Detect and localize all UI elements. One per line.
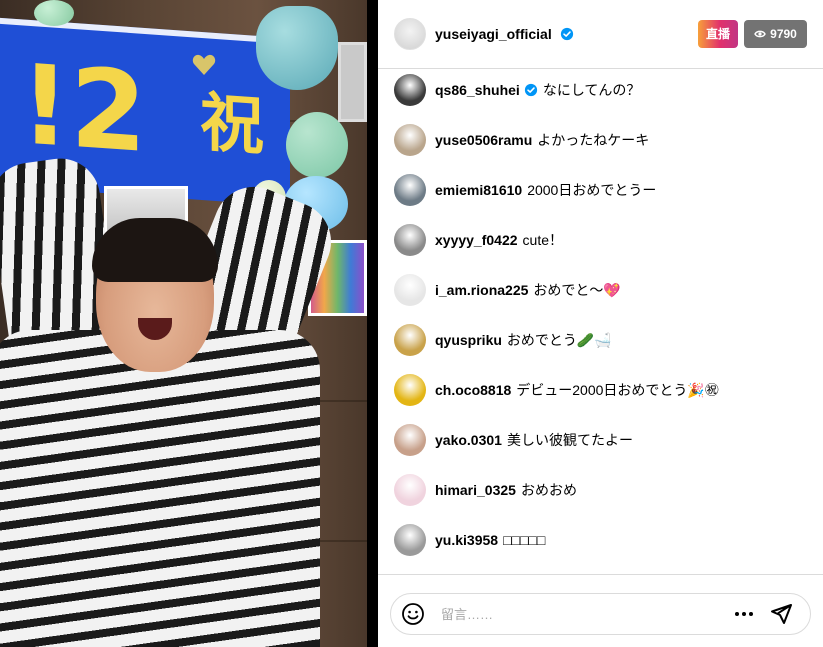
comment-body: デビュー2000日おめでとう🎉㊗: [516, 382, 719, 398]
viewer-count-badge: 9790: [744, 20, 807, 48]
comment-text: himari_0325 おめおめ: [435, 480, 577, 500]
host-username-text[interactable]: yuseiyagi_official: [435, 26, 552, 42]
comment-row: emiemi81610 2000日おめでとうー: [394, 174, 656, 206]
comment-body: □□□□□: [503, 532, 546, 548]
comment-text: i_am.riona225 おめでと〜💖: [435, 280, 621, 300]
comment-avatar[interactable]: [394, 424, 426, 456]
comment-row: qs86_shuhei なにしてんの？: [394, 74, 640, 106]
person-shirt: [0, 330, 320, 647]
comment-row: yu.ki3958 □□□□□: [394, 524, 545, 556]
comment-text: yu.ki3958 □□□□□: [435, 532, 545, 548]
comment-avatar[interactable]: [394, 124, 426, 156]
comment-body: なにしてんの？: [542, 82, 641, 98]
viewer-count: 9790: [770, 27, 797, 41]
verified-badge-icon: [524, 83, 537, 97]
comment-avatar[interactable]: [394, 224, 426, 256]
comment-row: ch.oco8818 デビュー2000日おめでとう🎉㊗: [394, 374, 719, 406]
comment-avatar[interactable]: [394, 524, 426, 556]
host-avatar[interactable]: [394, 18, 426, 50]
live-video[interactable]: !2 祝: [0, 0, 367, 647]
comment-username[interactable]: xyyyy_f0422: [435, 232, 518, 248]
eye-icon: [754, 30, 766, 38]
comment-avatar[interactable]: [394, 74, 426, 106]
comment-username[interactable]: yu.ki3958: [435, 532, 498, 548]
banner-kanji: 祝: [200, 85, 264, 165]
comment-username[interactable]: himari_0325: [435, 482, 516, 498]
comment-text: ch.oco8818 デビュー2000日おめでとう🎉㊗: [435, 380, 719, 400]
comment-row: xyyyy_f0422 cute！: [394, 224, 563, 256]
comment-composer: [378, 574, 823, 647]
comment-username[interactable]: ch.oco8818: [435, 382, 511, 398]
live-badge: 直播: [698, 20, 739, 48]
heart-decoration-icon: [192, 54, 216, 75]
comment-text: emiemi81610 2000日おめでとうー: [435, 180, 656, 200]
live-panel: yuseiyagi_official 直播 9790 qs86_shuhei なに…: [378, 0, 823, 647]
comment-row: i_am.riona225 おめでと〜💖: [394, 274, 621, 306]
comment-text: qyuspriku おめでとう🥒🛁: [435, 330, 612, 350]
comment-avatar[interactable]: [394, 174, 426, 206]
comment-avatar[interactable]: [394, 274, 426, 306]
comment-body: よかったねケーキ: [537, 132, 650, 148]
comment-avatar[interactable]: [394, 324, 426, 356]
comment-box: [390, 593, 811, 635]
comment-username[interactable]: yuse0506ramu: [435, 132, 532, 148]
comment-row: yako.0301 美しい彼観てたよー: [394, 424, 633, 456]
verified-badge-icon: [560, 27, 573, 41]
more-options-icon[interactable]: [732, 602, 756, 626]
comment-username[interactable]: yako.0301: [435, 432, 502, 448]
balloon: [256, 6, 338, 90]
comment-text: xyyyy_f0422 cute！: [435, 230, 563, 250]
banner-text: !2: [20, 40, 147, 178]
comment-body: 美しい彼観てたよー: [506, 432, 633, 448]
comment-avatar[interactable]: [394, 474, 426, 506]
comment-username[interactable]: qs86_shuhei: [435, 82, 520, 98]
comment-body: おめでと〜💖: [533, 282, 621, 298]
comment-username[interactable]: i_am.riona225: [435, 282, 528, 298]
comment-avatar[interactable]: [394, 374, 426, 406]
comment-text: qs86_shuhei なにしてんの？: [435, 80, 640, 100]
comment-text: yako.0301 美しい彼観てたよー: [435, 430, 633, 450]
live-header: yuseiyagi_official 直播 9790: [378, 0, 823, 69]
comment-row: qyuspriku おめでとう🥒🛁: [394, 324, 612, 356]
comment-username[interactable]: emiemi81610: [435, 182, 522, 198]
comment-body: おめおめ: [520, 482, 577, 498]
comment-body: 2000日おめでとうー: [527, 182, 657, 198]
comment-text: yuse0506ramu よかったねケーキ: [435, 130, 649, 150]
comment-input[interactable]: [441, 602, 681, 626]
host-username[interactable]: yuseiyagi_official: [435, 26, 574, 42]
comment-row: himari_0325 おめおめ: [394, 474, 577, 506]
send-icon[interactable]: [769, 602, 793, 626]
person-hair: [92, 218, 218, 282]
live-stream-viewer: !2 祝 yuseiyagi_official 直播 9790 qs86_shu…: [0, 0, 823, 647]
comment-body: おめでとう🥒🛁: [506, 332, 612, 348]
balloon: [34, 0, 74, 26]
poster: [338, 42, 367, 122]
comment-username[interactable]: qyuspriku: [435, 332, 502, 348]
comment-list[interactable]: qs86_shuhei なにしてんの？ yuse0506ramu よかったねケーキ em…: [378, 70, 823, 573]
emoji-icon[interactable]: [401, 602, 425, 626]
comment-body: cute！: [522, 232, 563, 248]
comment-row: yuse0506ramu よかったねケーキ: [394, 124, 649, 156]
